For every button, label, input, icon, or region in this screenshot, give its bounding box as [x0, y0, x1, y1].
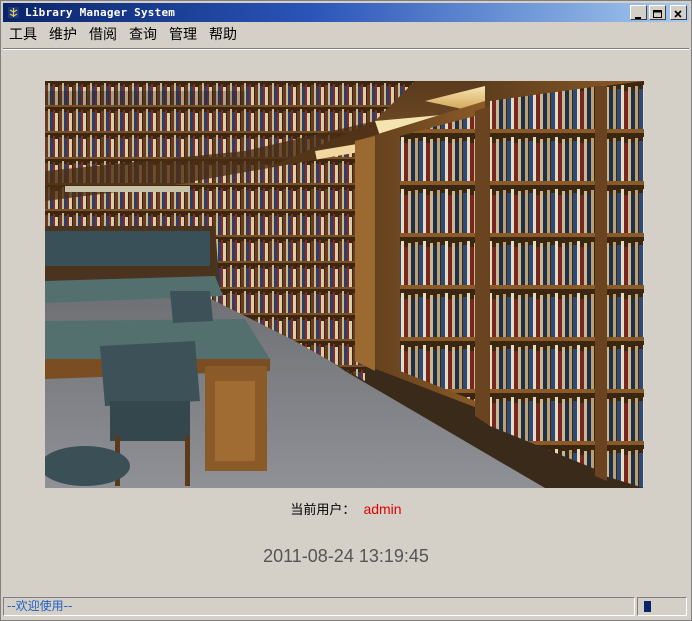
library-interior-image — [45, 81, 644, 488]
menu-divider — [3, 48, 689, 50]
minimize-button[interactable] — [630, 5, 647, 20]
window-controls — [630, 5, 687, 20]
menu-item-query[interactable]: 查询 — [123, 24, 163, 46]
menu-item-help[interactable]: 帮助 — [203, 24, 243, 46]
title-bar[interactable]: Library Manager System — [3, 3, 689, 22]
current-user-line: 当前用户： admin — [1, 501, 691, 519]
current-user-name: admin — [363, 501, 402, 517]
current-datetime: 2011-08-24 13:19:45 — [263, 546, 429, 566]
menu-bar: 工具 维护 借阅 查询 管理 帮助 — [3, 23, 689, 47]
menu-item-maintenance[interactable]: 维护 — [43, 24, 83, 46]
menu-item-tools[interactable]: 工具 — [3, 24, 43, 46]
status-bar: --欢迎使用-- — [3, 596, 689, 616]
window-title: Library Manager System — [25, 6, 176, 19]
menu-item-borrow[interactable]: 借阅 — [83, 24, 123, 46]
close-icon — [674, 10, 682, 18]
app-icon — [8, 7, 19, 18]
library-photo — [45, 81, 644, 488]
menu-item-manage[interactable]: 管理 — [163, 24, 203, 46]
maximize-icon — [653, 10, 662, 18]
current-user-label: 当前用户： — [290, 503, 356, 518]
minimize-icon — [635, 17, 641, 19]
main-window: Library Manager System 工具 维护 借阅 查询 管理 帮助 — [0, 0, 692, 621]
progress-fill — [644, 601, 651, 612]
status-panel-progress — [637, 597, 687, 616]
status-message: --欢迎使用-- — [7, 599, 73, 613]
status-panel-message: --欢迎使用-- — [3, 597, 635, 616]
maximize-button[interactable] — [649, 5, 666, 20]
close-button[interactable] — [670, 5, 687, 20]
